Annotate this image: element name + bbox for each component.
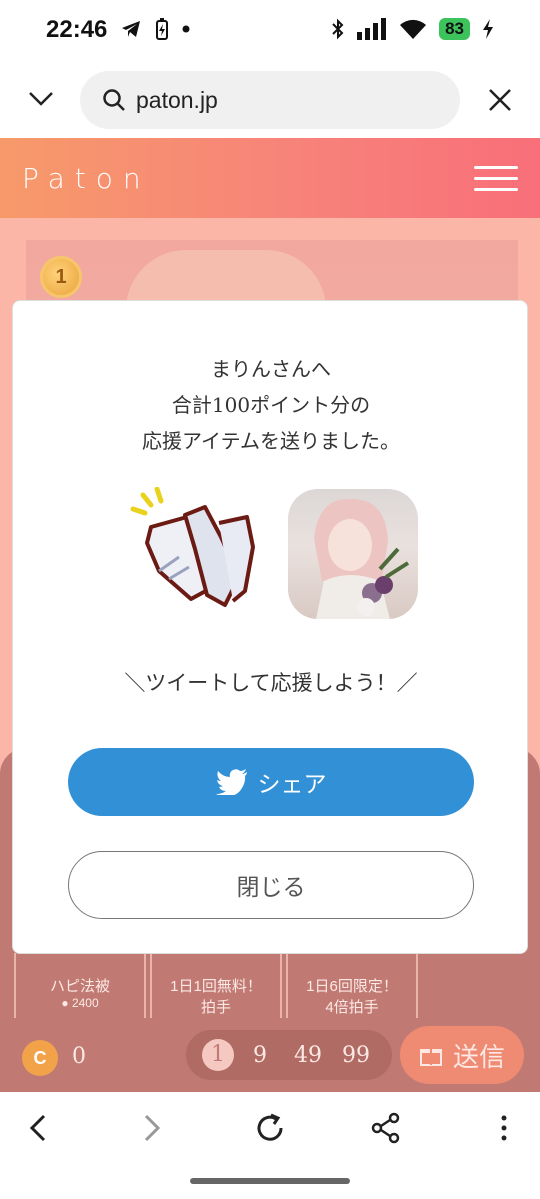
telegram-icon bbox=[122, 21, 140, 37]
quantity-option[interactable]: 49 bbox=[286, 1043, 330, 1068]
quantity-option[interactable]: 99 bbox=[334, 1043, 378, 1068]
status-bar: 22:46 83 bbox=[0, 0, 540, 62]
battery-charging-icon bbox=[156, 18, 168, 40]
send-button[interactable]: 送信 bbox=[400, 1026, 524, 1084]
back-icon[interactable] bbox=[20, 1110, 56, 1146]
item-price: ● 2400 bbox=[61, 996, 99, 1010]
chevron-down-icon[interactable] bbox=[28, 90, 54, 108]
browser-url-bar: paton.jp bbox=[0, 62, 540, 138]
twitter-share-button[interactable]: シェア bbox=[68, 748, 474, 816]
dialog-message: まりんさんへ 合計100ポイント分の 応援アイテムを送りました。 bbox=[142, 357, 400, 453]
hamburger-menu-icon[interactable] bbox=[474, 166, 518, 192]
support-sent-dialog: まりんさんへ 合計100ポイント分の 応援アイテムを送りました。 ＼ツイートして… bbox=[12, 300, 528, 954]
wifi-icon bbox=[400, 19, 427, 39]
tweet-prompt: ＼ツイートして応援しよう！／ bbox=[124, 671, 418, 695]
battery-level: 83 bbox=[439, 18, 470, 40]
bluetooth-icon bbox=[332, 18, 344, 40]
clapping-hands-icon bbox=[130, 487, 255, 607]
site-logo[interactable]: Paton bbox=[22, 162, 151, 195]
close-dialog-button[interactable]: 閉じる bbox=[68, 851, 474, 919]
quantity-selector: 1 9 49 99 bbox=[186, 1030, 392, 1080]
gift-icon bbox=[419, 1049, 442, 1066]
coin-count: 0 bbox=[72, 1044, 86, 1069]
search-icon bbox=[103, 89, 125, 111]
signal-icon bbox=[357, 18, 387, 40]
send-bar: C 0 1 9 49 99 送信 bbox=[0, 1018, 540, 1092]
more-vertical-icon[interactable] bbox=[486, 1110, 522, 1146]
twitter-bird-icon bbox=[215, 769, 247, 795]
browser-toolbar bbox=[0, 1092, 540, 1199]
recipient-photo bbox=[288, 489, 418, 619]
coin-icon: C bbox=[22, 1040, 58, 1076]
forward-icon[interactable] bbox=[134, 1110, 170, 1146]
reload-icon[interactable] bbox=[252, 1110, 288, 1146]
status-time: 22:46 bbox=[46, 16, 108, 43]
charging-bolt-icon bbox=[483, 19, 493, 39]
dot-icon bbox=[182, 25, 190, 33]
share-icon[interactable] bbox=[368, 1110, 404, 1146]
quantity-option[interactable]: 9 bbox=[238, 1043, 282, 1068]
address-field[interactable]: paton.jp bbox=[80, 71, 460, 129]
close-icon[interactable] bbox=[488, 88, 512, 112]
url-text: paton.jp bbox=[136, 87, 218, 113]
site-header: Paton bbox=[0, 138, 540, 218]
web-page: Paton 1 ハピ法被 ● 2400 1日1回無料！ 拍手 1日6回限定！ 4… bbox=[0, 138, 540, 1092]
rank-medal-icon: 1 bbox=[40, 256, 82, 298]
quantity-option[interactable]: 1 bbox=[202, 1039, 234, 1071]
home-indicator[interactable] bbox=[190, 1178, 350, 1184]
